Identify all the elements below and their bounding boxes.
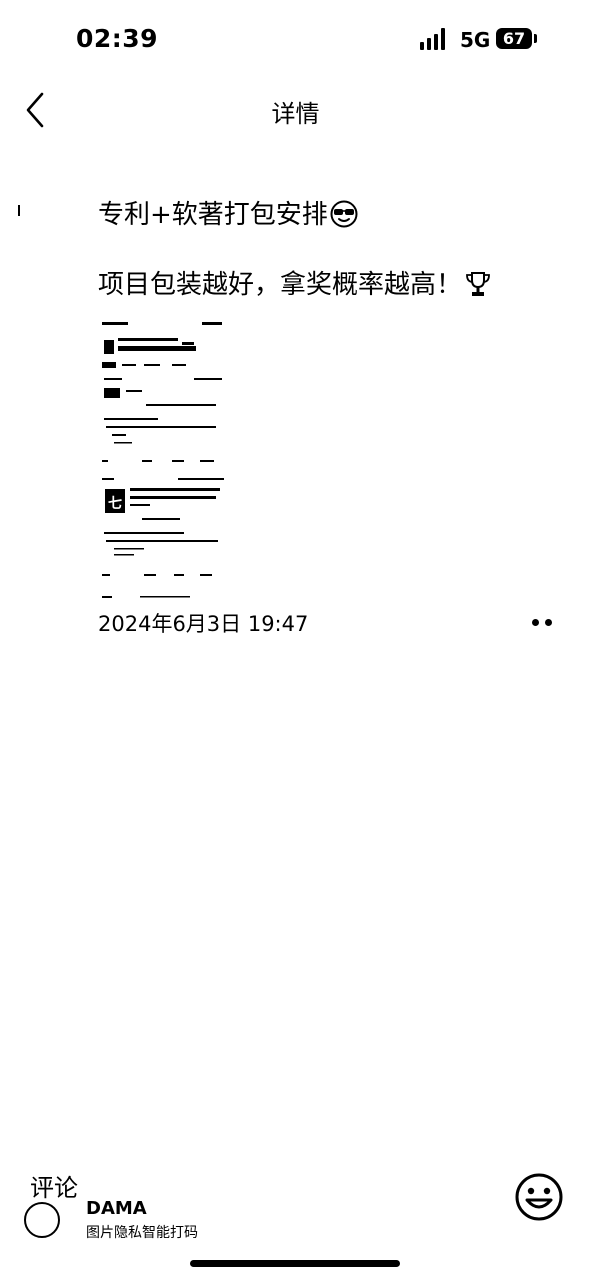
post-line-2: 项目包装越好，拿奖概率越高！	[98, 265, 558, 305]
watermark-subtitle: 图片隐私智能打码	[86, 1225, 198, 1241]
document-thumbnail[interactable]: 七	[98, 318, 230, 603]
status-time: 02:39	[76, 24, 159, 53]
comment-label: 评论	[30, 1174, 78, 1202]
emoji-button[interactable]	[514, 1172, 564, 1222]
cursor-mark	[18, 205, 20, 216]
home-indicator[interactable]	[190, 1260, 400, 1267]
signal-bars-icon	[420, 28, 452, 50]
battery-level: 67	[496, 28, 532, 49]
network-type: 5G	[460, 28, 491, 52]
post-line-2-text: 项目包装越好，拿奖概率越高！	[98, 270, 463, 300]
more-dots-icon[interactable]	[530, 612, 556, 632]
comment-circle-icon	[24, 1202, 60, 1238]
post-line-1: 专利+软著打包安排	[98, 195, 558, 235]
battery-tip	[534, 34, 537, 43]
comment-button[interactable]: 评论	[24, 1168, 94, 1243]
nav-bar: 详情	[0, 80, 591, 140]
watermark-title: DAMA	[86, 1198, 147, 1219]
bottom-bar: 评论 DAMA 图片隐私智能打码	[0, 1160, 591, 1280]
post-line-1-text: 专利+软著打包安排	[98, 200, 328, 230]
sunglasses-face-icon	[330, 200, 358, 228]
page-title: 详情	[271, 100, 320, 128]
post-timestamp: 2024年6月3日 19:47	[98, 612, 309, 636]
status-bar: 02:39 5G 67	[0, 0, 591, 80]
trophy-icon	[466, 272, 490, 296]
svg-text:七: 七	[108, 496, 122, 512]
post-content: 专利+软著打包安排 项目包装越好，拿奖概率越高！	[98, 195, 558, 305]
smiley-face-icon	[515, 1173, 563, 1221]
